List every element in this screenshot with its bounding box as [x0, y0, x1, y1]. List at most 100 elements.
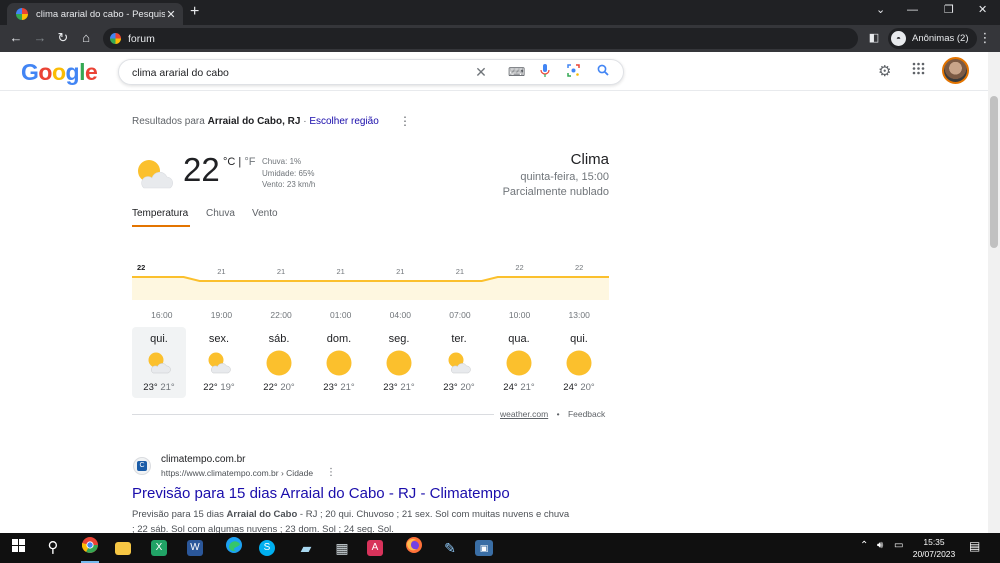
forecast-day[interactable]: qua. 24° 21°: [492, 327, 546, 398]
home-icon[interactable]: ⌂: [78, 30, 94, 46]
forecast-day[interactable]: ter. 23° 20°: [432, 327, 486, 398]
skype-icon[interactable]: S: [259, 540, 275, 556]
tray-expand-icon[interactable]: ⌃: [860, 540, 868, 551]
scrollbar-thumb[interactable]: [990, 96, 998, 248]
logo-letter: G: [21, 59, 39, 85]
low-temp: 20°: [580, 382, 595, 393]
source-line: weather.com • Feedback: [500, 409, 605, 419]
incognito-indicator[interactable]: ◓ Anônimas (2): [888, 28, 977, 49]
temperature-chart: 22 16:00 21 19:00 21 22:00 21 01:00 21 04:00 21 07:…: [132, 263, 609, 320]
edge-icon[interactable]: [223, 537, 245, 559]
partly-cloudy-icon: [138, 160, 173, 189]
google-logo[interactable]: Google: [21, 59, 98, 86]
tab-search-icon[interactable]: ⌄: [876, 3, 885, 17]
chart-x-tick: 10:00: [509, 310, 531, 320]
forecast-day[interactable]: sáb. 22° 20°: [252, 327, 306, 398]
browser-tab[interactable]: clima ararial do cabo - Pesquisa G ✕: [7, 3, 183, 25]
weather-day-time: quinta-feira, 15:00: [520, 171, 609, 183]
firefox-icon[interactable]: [403, 537, 425, 559]
new-tab-button[interactable]: +: [190, 3, 199, 21]
high-temp: 23°: [323, 382, 338, 393]
minimize-button[interactable]: —: [907, 3, 918, 17]
chart-data-label: 21: [456, 267, 464, 276]
feedback-link[interactable]: Feedback: [568, 409, 605, 419]
result-site-name: climatempo.com.br: [161, 454, 246, 465]
search-input[interactable]: [132, 64, 462, 81]
current-temperature: 22: [183, 151, 220, 188]
taskbar-clock[interactable]: 15:35 20/07/2023: [908, 536, 960, 560]
forecast-day[interactable]: qui. 24° 20°: [552, 327, 606, 398]
forecast-day[interactable]: dom. 23° 21°: [312, 327, 366, 398]
wind-speed: Vento: 23 km/h: [262, 180, 316, 189]
address-text: forum: [128, 32, 155, 45]
account-avatar[interactable]: [942, 57, 969, 84]
weather-title: Clima: [570, 151, 609, 168]
voice-search-icon[interactable]: [537, 64, 553, 80]
back-arrow-icon[interactable]: ←: [8, 30, 24, 46]
logo-letter: e: [84, 59, 98, 85]
settings-gear-icon[interactable]: ⚙: [878, 62, 891, 80]
more-options-icon[interactable]: ⋮: [399, 114, 411, 128]
tab-temperature[interactable]: Temperatura: [132, 208, 191, 227]
network-icon[interactable]: ▭: [894, 540, 903, 551]
chart-data-label: 22: [137, 263, 145, 272]
humidity: Umidade: 65%: [262, 168, 315, 178]
result-title-link[interactable]: Previsão para 15 dias Arraial do Cabo - …: [132, 485, 510, 502]
day-name: dom.: [326, 333, 352, 345]
volume-icon[interactable]: 🔊︎: [877, 540, 883, 551]
access-icon[interactable]: A: [367, 540, 383, 556]
file-explorer-icon[interactable]: [115, 542, 131, 555]
result-more-icon[interactable]: ⋮: [326, 467, 336, 478]
chrome-icon[interactable]: [79, 537, 101, 563]
browser-menu-icon[interactable]: ⋮: [977, 30, 993, 46]
fahrenheit-unit[interactable]: °F: [244, 156, 255, 168]
search-icon[interactable]: ⚲: [42, 537, 64, 559]
chart-x-tick: 16:00: [151, 310, 173, 320]
tab-close-icon[interactable]: ✕: [165, 8, 177, 21]
word-icon[interactable]: W: [187, 540, 203, 556]
keyboard-icon[interactable]: ⌨: [508, 64, 525, 80]
logo-letter: o: [38, 59, 52, 85]
tab-rain[interactable]: Chuva: [206, 208, 235, 219]
close-window-button[interactable]: ✕: [978, 3, 987, 17]
windows-start-icon[interactable]: [7, 537, 29, 559]
app-window-icon[interactable]: ▣: [475, 540, 493, 556]
forecast-day[interactable]: sex. 22° 19°: [192, 327, 246, 398]
clear-search-icon[interactable]: ✕: [473, 64, 489, 80]
maximize-button[interactable]: ❐: [944, 3, 954, 17]
day-temps: 22° 19°: [192, 382, 246, 393]
weather-source-link[interactable]: weather.com: [500, 409, 548, 419]
forecast-day[interactable]: qui. 23° 21°: [132, 327, 186, 398]
side-panel-icon[interactable]: ◧: [866, 30, 882, 46]
reload-icon[interactable]: ↻: [55, 30, 71, 46]
day-name: qui.: [570, 333, 588, 345]
day-temps: 23° 21°: [132, 382, 186, 393]
excel-icon[interactable]: X: [151, 540, 167, 556]
forward-arrow-icon[interactable]: →: [32, 30, 48, 46]
high-temp: 23°: [383, 382, 398, 393]
day-temps: 23° 21°: [372, 382, 426, 393]
app-icon[interactable]: ✎: [439, 537, 461, 559]
result-url[interactable]: https://www.climatempo.com.br › Cidade: [161, 468, 313, 478]
search-icon[interactable]: [595, 64, 611, 80]
notifications-icon[interactable]: ▤: [969, 539, 980, 553]
calculator-icon[interactable]: ▦: [331, 537, 353, 559]
high-temp: 24°: [563, 382, 578, 393]
clock-date: 20/07/2023: [912, 549, 956, 559]
low-temp: 20°: [460, 382, 475, 393]
apps-grid-icon[interactable]: [912, 62, 925, 79]
partly-cloudy-icon: [206, 350, 232, 376]
tab-wind[interactable]: Vento: [252, 208, 278, 219]
unit-toggle: °C | °F: [223, 156, 255, 168]
celsius-unit[interactable]: °C: [223, 156, 235, 168]
address-bar[interactable]: forum: [103, 28, 858, 49]
low-temp: 21°: [400, 382, 415, 393]
logo-letter: g: [65, 59, 80, 85]
lens-search-icon[interactable]: [565, 64, 581, 80]
photos-icon[interactable]: ▰: [295, 537, 317, 559]
change-region-link[interactable]: Escolher região: [309, 116, 378, 127]
results-for-prefix: Resultados para: [132, 116, 205, 127]
chart-x-tick: 19:00: [211, 310, 233, 320]
page-scrollbar[interactable]: [988, 52, 1000, 533]
forecast-day[interactable]: seg. 23° 21°: [372, 327, 426, 398]
